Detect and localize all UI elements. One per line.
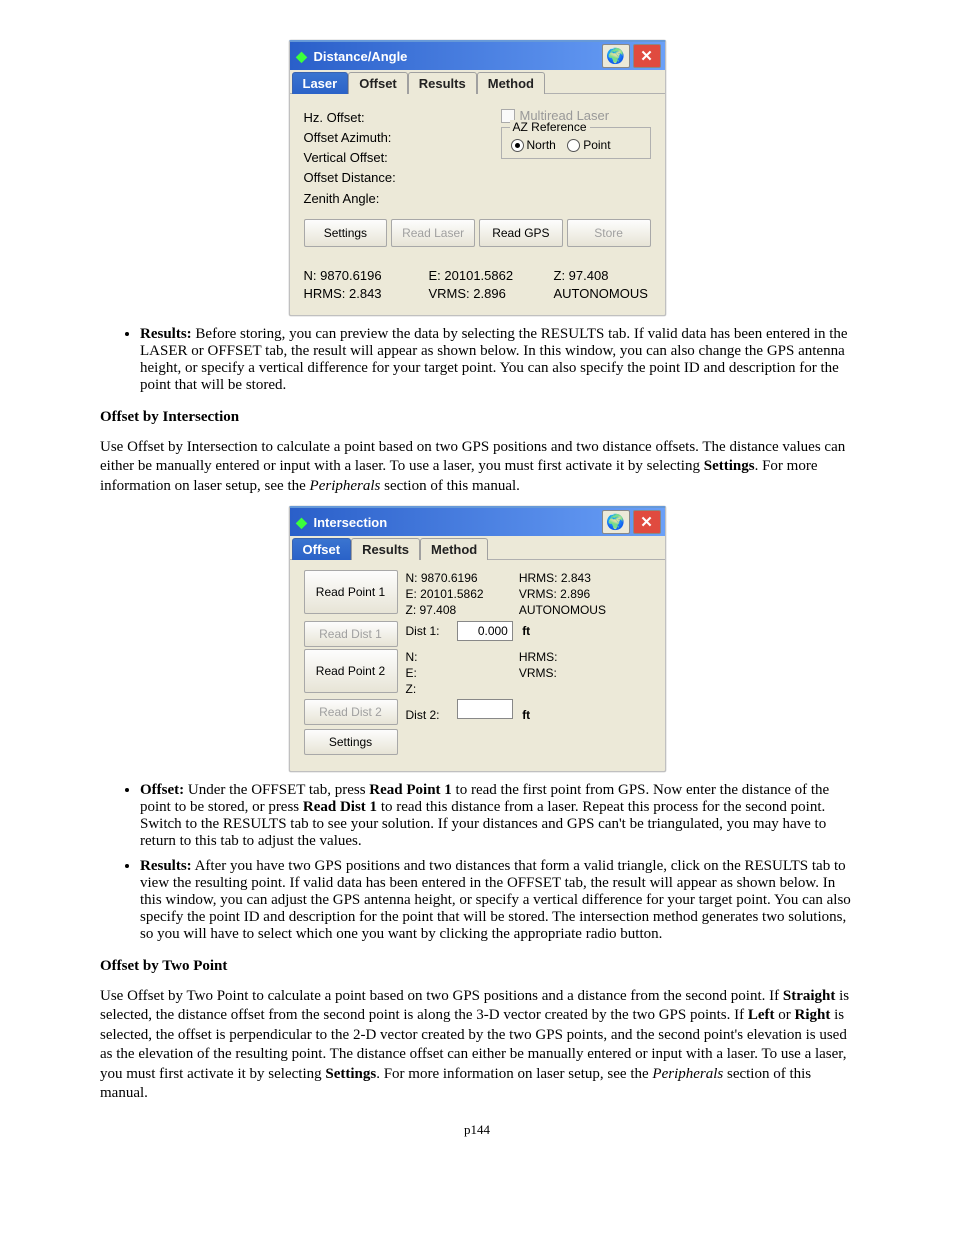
window-title: Distance/Angle xyxy=(314,49,599,64)
radio-point-label: Point xyxy=(583,138,610,152)
dist2-label: Dist 2: xyxy=(406,707,454,723)
tab-results[interactable]: Results xyxy=(408,72,477,94)
app-icon-2: ◆ xyxy=(294,514,310,530)
dist2-input[interactable] xyxy=(457,699,513,719)
p2-z: Z: xyxy=(406,681,516,697)
p1-vrms: VRMS: 2.896 xyxy=(519,586,606,602)
label-hz-offset: Hz. Offset: xyxy=(304,108,501,128)
radio-north[interactable] xyxy=(511,139,524,152)
status-mode: AUTONOMOUS xyxy=(554,285,651,303)
intersection-dialog: ◆ Intersection 🌍 ✕ Offset Results Method… xyxy=(289,506,666,772)
status-vrms: VRMS: 2.896 xyxy=(429,285,526,303)
titlebar: ◆ Distance/Angle 🌍 ✕ xyxy=(290,42,665,70)
heading-two-point: Offset by Two Point xyxy=(100,957,854,977)
tab-bar: Laser Offset Results Method xyxy=(290,70,665,94)
p2-e: E: xyxy=(406,665,516,681)
label-zenith-angle: Zenith Angle: xyxy=(304,189,501,209)
tab-results-2[interactable]: Results xyxy=(351,538,420,560)
radio-point[interactable] xyxy=(567,139,580,152)
window-title-2: Intersection xyxy=(314,515,599,530)
az-reference-group: AZ Reference North Point xyxy=(501,127,651,159)
heading-intersection: Offset by Intersection xyxy=(100,408,854,428)
p2-hrms: HRMS: xyxy=(519,649,558,665)
lead-results: Results: xyxy=(140,326,192,342)
tab-bar-2: Offset Results Method xyxy=(290,536,665,560)
read-point-2-button[interactable]: Read Point 2 xyxy=(304,649,398,693)
read-laser-button[interactable]: Read Laser xyxy=(391,219,475,247)
dist1-unit: ft xyxy=(522,623,530,639)
tab-offset[interactable]: Offset xyxy=(348,72,408,94)
radio-north-label: North xyxy=(527,138,556,152)
tab-laser[interactable]: Laser xyxy=(292,72,349,94)
p2-vrms: VRMS: xyxy=(519,665,558,681)
titlebar-2: ◆ Intersection 🌍 ✕ xyxy=(290,508,665,536)
bullet-offset: Offset: Under the OFFSET tab, press Read… xyxy=(140,782,854,850)
para-intersection: Use Offset by Intersection to calculate … xyxy=(100,438,854,497)
panel-body-2: Read Point 1 N: 9870.6196 E: 20101.5862 … xyxy=(290,560,665,771)
p2-n: N: xyxy=(406,649,516,665)
group-legend: AZ Reference xyxy=(510,120,590,134)
settings-button-2[interactable]: Settings xyxy=(304,729,398,755)
settings-button[interactable]: Settings xyxy=(304,219,388,247)
p1-z: Z: 97.408 xyxy=(406,602,516,618)
dist1-label: Dist 1: xyxy=(406,623,454,639)
label-vertical-offset: Vertical Offset: xyxy=(304,148,501,168)
bullet-results-1: Results: Before storing, you can preview… xyxy=(140,326,854,394)
p1-e: E: 20101.5862 xyxy=(406,586,516,602)
panel-body: Hz. Offset: Offset Azimuth: Vertical Off… xyxy=(290,94,665,261)
globe-button-2[interactable]: 🌍 xyxy=(602,510,630,534)
p1-hrms: HRMS: 2.843 xyxy=(519,570,606,586)
tab-method-2[interactable]: Method xyxy=(420,538,488,560)
dist1-input[interactable]: 0.000 xyxy=(457,621,513,641)
p1-n: N: 9870.6196 xyxy=(406,570,516,586)
bullet-results-2: Results: After you have two GPS position… xyxy=(140,858,854,943)
distance-angle-dialog: ◆ Distance/Angle 🌍 ✕ Laser Offset Result… xyxy=(289,40,666,316)
status-hrms: HRMS: 2.843 xyxy=(304,285,401,303)
read-point-1-button[interactable]: Read Point 1 xyxy=(304,570,398,614)
app-icon: ◆ xyxy=(294,48,310,64)
dist2-unit: ft xyxy=(522,707,530,723)
store-button[interactable]: Store xyxy=(567,219,651,247)
status-bar: N: 9870.6196 HRMS: 2.843 E: 20101.5862 V… xyxy=(290,261,665,315)
tab-offset-2[interactable]: Offset xyxy=(292,538,352,560)
p1-mode: AUTONOMOUS xyxy=(519,602,606,618)
read-dist-2-button[interactable]: Read Dist 2 xyxy=(304,699,398,725)
read-gps-button[interactable]: Read GPS xyxy=(479,219,563,247)
label-offset-azimuth: Offset Azimuth: xyxy=(304,128,501,148)
tab-method[interactable]: Method xyxy=(477,72,545,94)
close-button[interactable]: ✕ xyxy=(633,44,661,68)
page-number: p144 xyxy=(100,1122,854,1138)
read-dist-1-button[interactable]: Read Dist 1 xyxy=(304,621,398,647)
close-button-2[interactable]: ✕ xyxy=(633,510,661,534)
status-n: N: 9870.6196 xyxy=(304,267,401,285)
label-offset-distance: Offset Distance: xyxy=(304,168,501,188)
para-two-point: Use Offset by Two Point to calculate a p… xyxy=(100,987,854,1104)
status-e: E: 20101.5862 xyxy=(429,267,526,285)
body-results: Before storing, you can preview the data… xyxy=(140,326,848,393)
globe-button[interactable]: 🌍 xyxy=(602,44,630,68)
offset-labels: Hz. Offset: Offset Azimuth: Vertical Off… xyxy=(304,108,501,209)
status-z: Z: 97.408 xyxy=(554,267,651,285)
